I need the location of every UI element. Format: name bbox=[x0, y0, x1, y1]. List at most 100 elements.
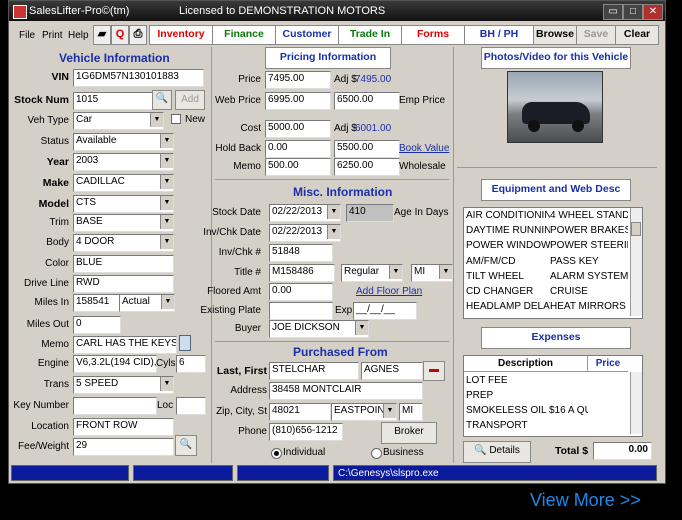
contact-card-icon[interactable]: ▬ bbox=[423, 361, 445, 381]
exp-field[interactable]: __/__/__ bbox=[353, 302, 417, 320]
minimize-icon[interactable]: ▭ bbox=[603, 4, 623, 20]
equipment-item[interactable]: AIR CONDITIONING bbox=[466, 210, 550, 221]
equipment-item[interactable]: CRUISE bbox=[550, 286, 628, 297]
description-header[interactable]: Description bbox=[464, 356, 588, 372]
driveline-field[interactable]: RWD bbox=[73, 275, 174, 293]
vin-field[interactable]: 1G6DM57N130101883 bbox=[73, 69, 204, 87]
view-more-link[interactable]: View More >> bbox=[530, 490, 641, 511]
add-floor-plan-link[interactable]: Add Floor Plan bbox=[356, 286, 422, 297]
feeweight-field[interactable]: 29 bbox=[73, 438, 174, 456]
tab-forms[interactable]: Forms bbox=[401, 25, 465, 45]
scrollbar-thumb[interactable] bbox=[631, 222, 641, 236]
close-icon[interactable]: ✕ bbox=[643, 4, 663, 20]
expense-row[interactable]: LOT FEE bbox=[466, 375, 588, 386]
tab-customer[interactable]: Customer bbox=[275, 25, 339, 45]
wholesale-field[interactable]: 6250.00 bbox=[334, 158, 400, 176]
existing-plate-field[interactable] bbox=[269, 302, 333, 320]
maximize-icon[interactable]: □ bbox=[623, 4, 643, 20]
first-name-field[interactable]: AGNES bbox=[361, 362, 423, 380]
address-field[interactable]: 38458 MONTCLAIR bbox=[269, 382, 423, 400]
expense-row[interactable]: SMOKELESS OIL $16 A QU. bbox=[466, 405, 588, 416]
equipment-item[interactable]: POWER STEERING bbox=[550, 240, 628, 251]
quick-q-icon[interactable]: Q bbox=[111, 25, 129, 45]
browse-button[interactable]: Browse bbox=[533, 25, 577, 45]
photos-video-button[interactable]: Photos/Video for this Vehicle bbox=[481, 47, 631, 69]
pricing-memo-field[interactable]: 500.00 bbox=[265, 158, 331, 176]
trim-select[interactable]: BASE ▼ bbox=[73, 214, 174, 232]
menu-file[interactable]: File bbox=[19, 30, 35, 41]
last-name-field[interactable]: STELCHAR bbox=[269, 362, 359, 380]
equipment-item[interactable]: DAYTIME RUNNING bbox=[466, 225, 550, 236]
emp-price-field[interactable]: 6500.00 bbox=[334, 92, 400, 110]
memo-field[interactable]: CARL HAS THE KEYS bbox=[73, 336, 177, 354]
vehicle-photo[interactable] bbox=[507, 71, 603, 143]
milesout-field[interactable]: 0 bbox=[73, 316, 121, 334]
search-icon[interactable]: 🔍 bbox=[175, 435, 197, 456]
folder-icon[interactable]: ▰ bbox=[93, 25, 111, 45]
year-select[interactable]: 2003 ▼ bbox=[73, 153, 174, 171]
title-state-select[interactable]: MI ▼ bbox=[411, 264, 453, 282]
details-button[interactable]: 🔍 Details bbox=[463, 441, 531, 463]
tab-inventory[interactable]: Inventory bbox=[149, 25, 213, 45]
clear-button[interactable]: Clear bbox=[615, 25, 659, 45]
buyer-select[interactable]: JOE DICKSON ▼ bbox=[269, 320, 369, 338]
make-select[interactable]: CADILLAC ▼ bbox=[73, 174, 174, 192]
equipment-item[interactable]: PASS KEY bbox=[550, 256, 628, 267]
state-field[interactable]: MI bbox=[399, 403, 423, 421]
invchk-field[interactable]: 51848 bbox=[269, 244, 333, 262]
equipment-item[interactable]: POWER BRAKES bbox=[550, 225, 628, 236]
price-field[interactable]: 7495.00 bbox=[265, 71, 331, 89]
book-value-link[interactable]: Book Value bbox=[399, 143, 449, 154]
web-price-field[interactable]: 6995.00 bbox=[265, 92, 331, 110]
holdback-field[interactable]: 0.00 bbox=[265, 140, 331, 158]
equipment-item[interactable]: CD CHANGER bbox=[466, 286, 550, 297]
floored-field[interactable]: 0.00 bbox=[269, 283, 333, 301]
search-icon[interactable]: 🔍 bbox=[152, 90, 172, 110]
body-select[interactable]: 4 DOOR ▼ bbox=[73, 234, 174, 252]
milesin-field[interactable]: 158541 bbox=[73, 294, 121, 312]
equipment-item[interactable]: AM/FM/CD bbox=[466, 256, 550, 267]
model-select[interactable]: CTS ▼ bbox=[73, 195, 174, 213]
stock-field[interactable]: 1015 bbox=[73, 92, 153, 110]
tab-trade-in[interactable]: Trade In bbox=[338, 25, 402, 45]
expenses-button[interactable]: Expenses bbox=[481, 327, 631, 349]
cost-field[interactable]: 5000.00 bbox=[265, 120, 331, 138]
equipment-item[interactable]: ALARM SYSTEM bbox=[550, 271, 628, 282]
individual-radio[interactable] bbox=[271, 448, 282, 459]
price-header[interactable]: Price bbox=[588, 356, 628, 372]
keynum-field[interactable] bbox=[73, 397, 157, 415]
stockdate-select[interactable]: 02/22/2013 ▼ bbox=[269, 204, 341, 222]
miles-mode-select[interactable]: Actual ▼ bbox=[119, 294, 175, 312]
equipment-item[interactable]: 4 WHEEL STANDAF bbox=[550, 210, 628, 221]
trans-select[interactable]: 5 SPEED ▼ bbox=[73, 376, 174, 394]
broker-button[interactable]: Broker bbox=[381, 422, 437, 444]
new-checkbox[interactable] bbox=[171, 114, 181, 124]
cyls-field[interactable]: 6 bbox=[176, 355, 206, 373]
book-value-field[interactable]: 5500.00 bbox=[334, 140, 400, 158]
invchkdate-select[interactable]: 02/22/2013 ▼ bbox=[269, 224, 341, 242]
title-field[interactable]: M158486 bbox=[269, 264, 335, 282]
color-field[interactable]: BLUE bbox=[73, 255, 174, 273]
equipment-item[interactable]: POWER WINDOWS bbox=[466, 240, 550, 251]
expense-row[interactable]: PREP bbox=[466, 390, 588, 401]
notes-icon[interactable] bbox=[179, 335, 191, 351]
vehtype-select[interactable]: Car ▼ bbox=[73, 112, 164, 130]
city-select[interactable]: EASTPOINT ▼ bbox=[331, 403, 397, 421]
title-type-select[interactable]: Regular ▼ bbox=[341, 264, 403, 282]
menu-help[interactable]: Help bbox=[68, 30, 89, 41]
tab-finance[interactable]: Finance bbox=[212, 25, 276, 45]
expenses-table[interactable]: Description Price LOT FEE PREP SMOKELESS O… bbox=[463, 355, 643, 437]
equipment-list[interactable]: AIR CONDITIONING DAYTIME RUNNING POWER WIN… bbox=[463, 207, 643, 319]
status-select[interactable]: Available ▼ bbox=[73, 133, 174, 151]
scrollbar[interactable] bbox=[630, 372, 642, 434]
pricing-info-button[interactable]: Pricing Information bbox=[265, 47, 391, 69]
tab-bh-ph[interactable]: BH / PH bbox=[464, 25, 534, 45]
loc-field[interactable] bbox=[176, 397, 206, 415]
equipment-button[interactable]: Equipment and Web Desc bbox=[481, 179, 631, 201]
equipment-item[interactable]: HEADLAMP DELAY bbox=[466, 301, 550, 312]
add-button[interactable]: Add bbox=[175, 90, 205, 110]
phone-field[interactable]: (810)656-1212 bbox=[269, 423, 343, 441]
printer-icon[interactable]: ⎙ bbox=[129, 25, 147, 45]
zip-field[interactable]: 48021 bbox=[269, 403, 331, 421]
location-field[interactable]: FRONT ROW bbox=[73, 418, 174, 436]
